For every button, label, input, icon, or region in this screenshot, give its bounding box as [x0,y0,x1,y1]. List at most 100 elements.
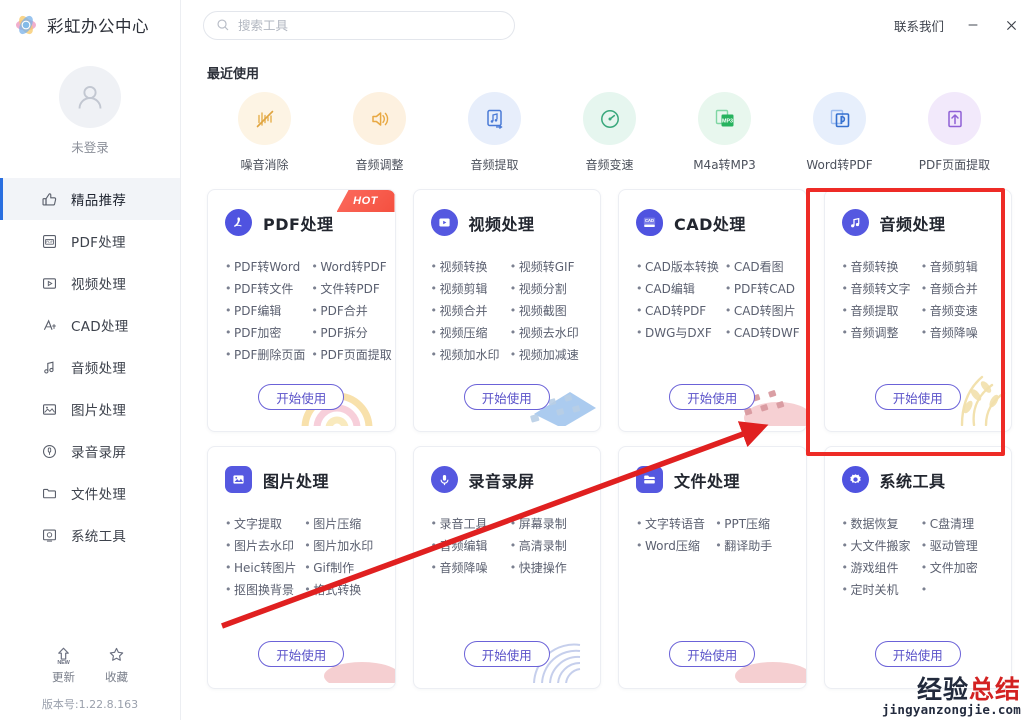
card-list-item[interactable]: PDF删除页面 [225,344,305,366]
user-avatar-icon[interactable] [59,66,121,128]
sidebar-item-image[interactable]: 图片处理 [0,388,180,430]
card-system[interactable]: 系统工具 数据恢复 C盘清理 大文件搬家 驱动管理 游戏组件 文件加密 定时关机… [823,446,1012,689]
card-list-item[interactable]: 视频转换 [431,256,504,278]
card-list-item[interactable]: Word转PDF [311,256,391,278]
card-cad[interactable]: CAD CAD处理 CAD版本转换 CAD看图 CAD编辑 PDF转CAD CA… [618,189,807,432]
card-list-item[interactable]: 音频转文字 [842,278,915,300]
card-list-item[interactable]: 快捷操作 [510,557,583,579]
card-list-item[interactable]: 图片加水印 [304,535,377,557]
recent-item-audio-extract[interactable]: 音频提取 [437,92,552,173]
card-list-item[interactable]: 文件加密 [921,557,994,579]
card-list-item[interactable]: PDF拆分 [311,322,391,344]
card-audio[interactable]: 音频处理 音频转换 音频剪辑 音频转文字 音频合并 音频提取 音频变速 音频调整… [823,189,1012,432]
card-list-item[interactable]: PPT压缩 [715,513,788,535]
card-list-item[interactable]: 大文件搬家 [842,535,915,557]
update-button[interactable]: NEW 更新 [52,643,75,685]
card-list-item[interactable]: 音频转换 [842,256,915,278]
card-list-item[interactable]: 翻译助手 [715,535,788,557]
card-list-item[interactable]: C盘清理 [921,513,994,535]
card-list-item[interactable]: PDF转文件 [225,278,305,300]
card-list-item[interactable]: CAD转DWF [725,322,800,344]
search-input[interactable] [238,17,502,33]
card-list-item[interactable]: Word压缩 [636,535,709,557]
recent-item-audio-speed[interactable]: 音频变速 [552,92,667,173]
sidebar-item-system[interactable]: 系统工具 [0,514,180,556]
search-box[interactable] [203,10,515,40]
start-using-button[interactable]: 开始使用 [463,641,550,667]
card-list-item[interactable]: 视频分割 [510,278,583,300]
card-list-item[interactable]: CAD编辑 [636,278,719,300]
recent-item-pdf-page-extract[interactable]: PDF页面提取 [897,92,1012,173]
card-list-item[interactable]: CAD看图 [725,256,800,278]
card-list-item[interactable]: 音频变速 [921,300,994,322]
favorites-button[interactable]: 收藏 [105,643,128,685]
card-list-item[interactable]: 视频压缩 [431,322,504,344]
card-list-item[interactable]: 音频调整 [842,322,915,344]
card-list-item[interactable]: CAD版本转换 [636,256,719,278]
recent-item-noise-remove[interactable]: 噪音消除 [207,92,322,173]
sidebar-item-recommend[interactable]: 精品推荐 [0,178,180,220]
start-using-button[interactable]: 开始使用 [669,384,756,410]
user-profile[interactable]: 未登录 [0,50,180,156]
start-using-button[interactable]: 开始使用 [874,641,961,667]
card-list-item[interactable]: 音频编辑 [431,535,504,557]
card-list-item[interactable]: 抠图换背景 [225,579,298,601]
card-list-item[interactable]: PDF合并 [311,300,391,322]
card-list-item[interactable]: 视频去水印 [510,322,583,344]
sidebar-item-pdf[interactable]: PDF PDF处理 [0,220,180,262]
card-list-item[interactable]: CAD转图片 [725,300,800,322]
card-list-item[interactable]: 图片压缩 [304,513,377,535]
card-list-item[interactable]: 视频截图 [510,300,583,322]
card-list-item[interactable]: 文字提取 [225,513,298,535]
card-file[interactable]: 文件处理 文字转语音 PPT压缩 Word压缩 翻译助手 开始使用 [618,446,807,689]
start-using-button[interactable]: 开始使用 [874,384,961,410]
card-list-item[interactable]: 录音工具 [431,513,504,535]
card-list-item[interactable]: 视频合并 [431,300,504,322]
card-list-item[interactable]: PDF转Word [225,256,305,278]
card-list-item[interactable]: Gif制作 [304,557,377,579]
card-list-item[interactable]: 视频加水印 [431,344,504,366]
start-using-button[interactable]: 开始使用 [258,641,345,667]
card-list-item[interactable]: 定时关机 [842,579,915,601]
start-using-button[interactable]: 开始使用 [463,384,550,410]
card-list-item[interactable]: 驱动管理 [921,535,994,557]
minimize-icon[interactable] [964,16,982,34]
card-image[interactable]: 图片处理 文字提取 图片压缩 图片去水印 图片加水印 Heic转图片 Gif制作… [207,446,396,689]
card-video[interactable]: 视频处理 视频转换 视频转GIF 视频剪辑 视频分割 视频合并 视频截图 视频压… [412,189,601,432]
card-list-item[interactable]: 音频提取 [842,300,915,322]
card-list-item[interactable]: 数据恢复 [842,513,915,535]
card-list-item[interactable]: 格式转换 [304,579,377,601]
card-list-item[interactable]: PDF加密 [225,322,305,344]
card-list-item[interactable]: DWG与DXF [636,322,719,344]
card-list-item[interactable]: 屏幕录制 [510,513,583,535]
sidebar-item-record[interactable]: 录音录屏 [0,430,180,472]
recent-item-m4a-to-mp3[interactable]: MP3 M4a转MP3 [667,92,782,173]
start-using-button[interactable]: 开始使用 [258,384,345,410]
card-list-item[interactable]: 高清录制 [510,535,583,557]
card-list-item[interactable]: 音频降噪 [431,557,504,579]
card-list-item[interactable]: PDF页面提取 [311,344,391,366]
sidebar-item-audio[interactable]: 音频处理 [0,346,180,388]
recent-item-audio-adjust[interactable]: 音频调整 [322,92,437,173]
card-list-item[interactable]: PDF编辑 [225,300,305,322]
card-list-item[interactable]: CAD转PDF [636,300,719,322]
contact-us-link[interactable]: 联系我们 [894,16,944,35]
card-list-item[interactable]: 图片去水印 [225,535,298,557]
card-list-item[interactable]: 视频剪辑 [431,278,504,300]
sidebar-item-video[interactable]: 视频处理 [0,262,180,304]
card-list-item[interactable]: 视频转GIF [510,256,583,278]
recent-item-word-to-pdf[interactable]: Word转PDF [782,92,897,173]
card-list-item[interactable]: 游戏组件 [842,557,915,579]
sidebar-item-cad[interactable]: CAD处理 [0,304,180,346]
card-list-item[interactable]: 音频合并 [921,278,994,300]
card-pdf[interactable]: HOT PDF处理 PDF转Word Word转PDF PDF转文件 文件转PD… [207,189,396,432]
card-list-item[interactable]: 文字转语音 [636,513,709,535]
close-icon[interactable] [1002,16,1020,34]
card-record[interactable]: 录音录屏 录音工具 屏幕录制 音频编辑 高清录制 音频降噪 快捷操作 [412,446,601,689]
card-list-item[interactable]: PDF转CAD [725,278,800,300]
start-using-button[interactable]: 开始使用 [669,641,756,667]
card-list-item[interactable]: 音频降噪 [921,322,994,344]
card-list-item[interactable]: 文件转PDF [311,278,391,300]
card-list-item[interactable]: 音频剪辑 [921,256,994,278]
card-list-item[interactable]: Heic转图片 [225,557,298,579]
